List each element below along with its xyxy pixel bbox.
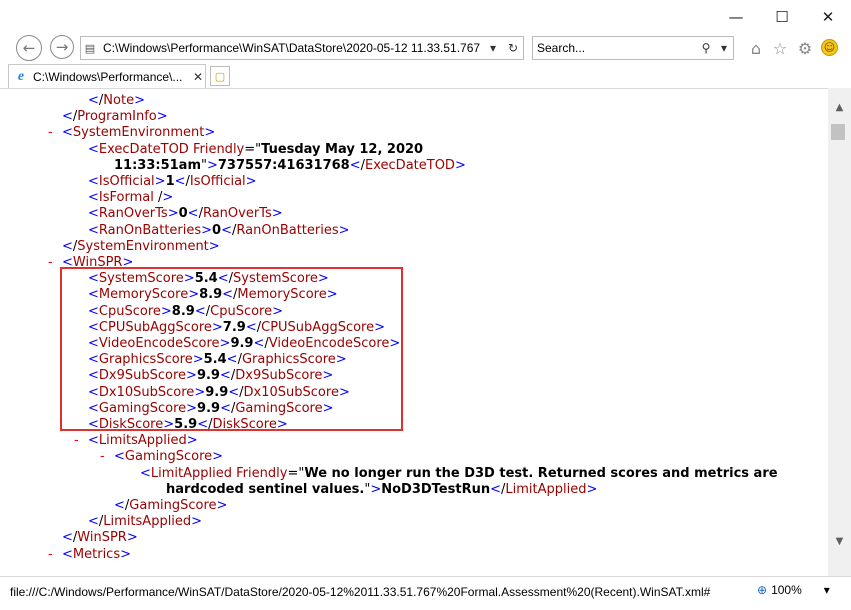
xml-line[interactable]: <SystemEnvironment> xyxy=(62,125,215,141)
home-icon[interactable]: ⌂ xyxy=(746,38,766,58)
navigation-bar: ← → ▤ C:\Windows\Performance\WinSAT\Data… xyxy=(0,34,851,62)
xml-line: <ExecDateTOD Friendly="Tuesday May 12, 2… xyxy=(88,141,424,157)
xml-line: </WinSPR> xyxy=(62,530,138,546)
back-arrow-icon[interactable]: ← xyxy=(16,35,42,61)
gear-icon[interactable]: ⚙ xyxy=(795,38,815,58)
feedback-smiley-icon[interactable]: ☺ xyxy=(821,39,838,56)
xml-line[interactable]: <Metrics> xyxy=(62,547,131,563)
favorites-star-icon[interactable]: ☆ xyxy=(770,38,790,58)
scroll-down-icon[interactable]: ▼ xyxy=(828,532,851,550)
xml-line: </Note> xyxy=(88,93,145,108)
tab-current[interactable]: e C:\Windows\Performance\... ✕ xyxy=(8,64,206,88)
xml-line: <IsOfficial>1</IsOfficial> xyxy=(88,174,257,189)
refresh-icon[interactable]: ↻ xyxy=(503,41,523,55)
zoom-dropdown-icon[interactable]: ▾ xyxy=(824,583,830,597)
xml-line: </GamingScore> xyxy=(114,498,228,513)
close-button[interactable]: ✕ xyxy=(805,0,851,34)
address-bar[interactable]: ▤ C:\Windows\Performance\WinSAT\DataStor… xyxy=(80,36,524,60)
xml-line[interactable]: <LimitsApplied> xyxy=(88,433,198,449)
search-icon[interactable]: ⚲ xyxy=(697,41,715,55)
xml-line: </ProgramInfo> xyxy=(62,109,168,125)
highlight-box xyxy=(60,267,403,431)
maximize-button[interactable]: ☐ xyxy=(759,0,805,34)
page-icon: ▤ xyxy=(84,41,96,55)
collapse-toggle[interactable]: - xyxy=(48,547,53,563)
zoom-level: 100% xyxy=(771,583,802,597)
dropdown-icon[interactable]: ▾ xyxy=(483,41,503,55)
scroll-thumb[interactable] xyxy=(831,124,845,140)
collapse-toggle[interactable]: - xyxy=(100,449,105,465)
xml-line: <LimitApplied Friendly="We no longer run… xyxy=(140,465,778,481)
collapse-toggle[interactable]: - xyxy=(74,433,79,449)
zoom-icon: ⊕ xyxy=(757,583,768,597)
new-tab-icon[interactable]: ▢ xyxy=(210,66,230,86)
ie-logo-icon: e xyxy=(17,68,25,84)
xml-line: <RanOverTs>0</RanOverTs> xyxy=(88,206,283,222)
zoom-control[interactable]: ⊕ 100% ▾ xyxy=(757,583,830,597)
window-controls: — ☐ ✕ xyxy=(713,0,851,34)
xml-line: <IsFormal /> xyxy=(88,190,174,206)
xml-line: 11:33:51am">737557:41631768</ExecDateTOD… xyxy=(114,157,466,173)
address-input[interactable]: C:\Windows\Performance\WinSAT\DataStore\… xyxy=(99,41,483,55)
forward-arrow-icon[interactable]: → xyxy=(50,35,74,59)
xml-viewer: </Note> </ProgramInfo> <SystemEnvironment>… xyxy=(0,88,828,577)
tab-close-icon[interactable]: ✕ xyxy=(191,70,205,84)
status-bar: file:///C:/Windows/Performance/WinSAT/Da… xyxy=(0,576,851,610)
search-dropdown-icon[interactable]: ▾ xyxy=(715,41,733,55)
xml-line: hardcoded sentinel values.">NoD3DTestRun… xyxy=(166,481,598,497)
collapse-toggle[interactable]: - xyxy=(48,255,53,271)
tab-strip: e C:\Windows\Performance\... ✕ ▢ xyxy=(0,62,851,88)
search-input[interactable]: Search... xyxy=(533,41,697,55)
search-box[interactable]: Search... ⚲ ▾ xyxy=(532,36,734,60)
xml-line[interactable]: <GamingScore> xyxy=(114,449,223,465)
xml-line: </SystemEnvironment> xyxy=(62,238,220,254)
collapse-toggle[interactable]: - xyxy=(48,125,53,141)
tab-title: C:\Windows\Performance\... xyxy=(33,69,183,84)
status-url: file:///C:/Windows/Performance/WinSAT/Da… xyxy=(10,585,711,599)
vertical-scrollbar[interactable]: ▲ ▼ xyxy=(828,88,851,576)
xml-line: </LimitsApplied> xyxy=(88,514,203,530)
scroll-up-icon[interactable]: ▲ xyxy=(828,98,851,116)
minimize-button[interactable]: — xyxy=(713,0,759,34)
xml-line: <RanOnBatteries>0</RanOnBatteries> xyxy=(88,222,350,238)
